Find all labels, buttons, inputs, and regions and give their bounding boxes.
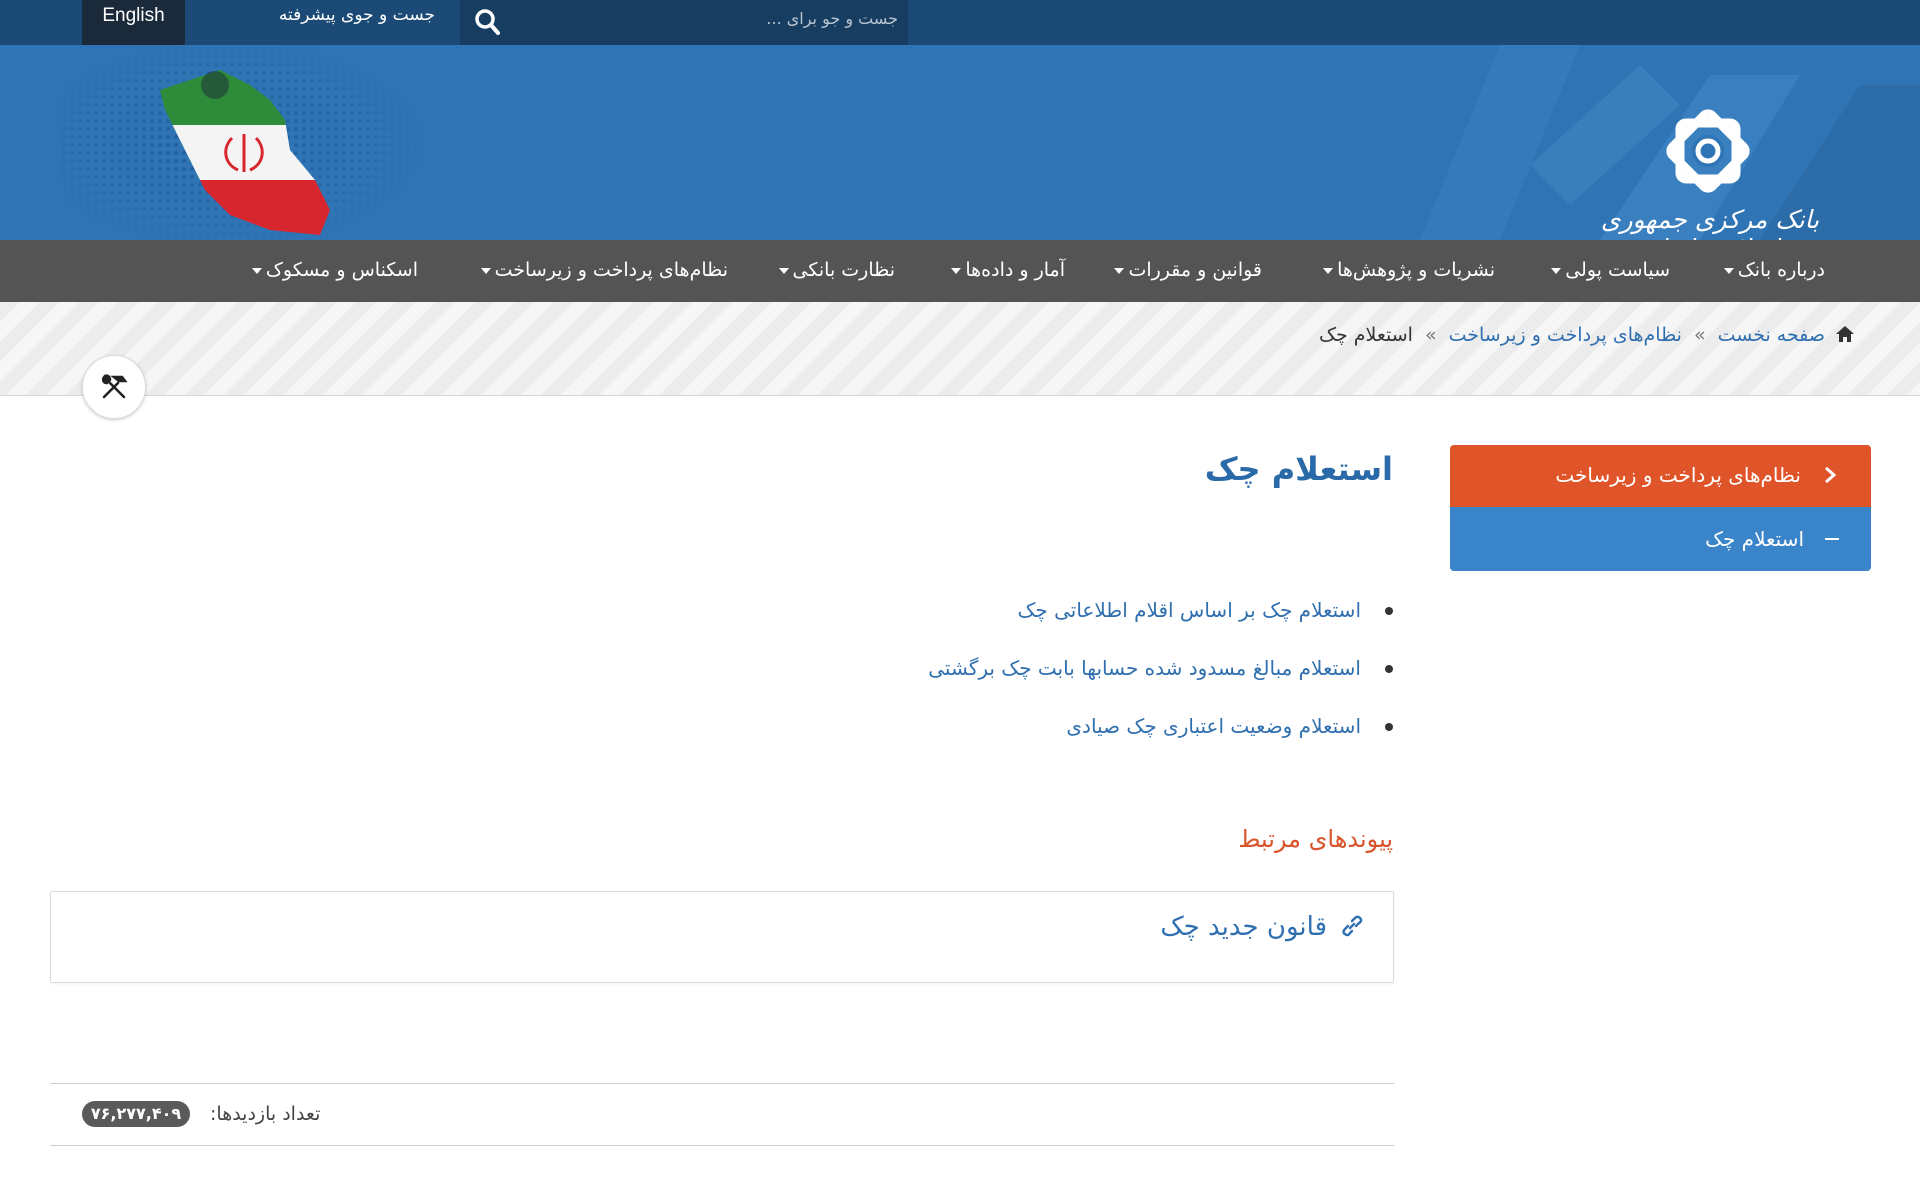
divider — [50, 1145, 1394, 1146]
sidebar-parent-payment-systems[interactable]: نظام‌های پرداخت و زیرساخت — [1450, 445, 1871, 507]
breadcrumb: صفحه نخست » نظام‌های پرداخت و زیرساخت » استع… — [1319, 324, 1855, 346]
caret-down-icon — [1114, 267, 1125, 274]
related-link-label: قانون جدید چک — [1160, 912, 1327, 942]
bank-logo-icon — [1666, 109, 1750, 193]
sidebar-item-label: استعلام چک — [1705, 527, 1804, 551]
related-links-title: پیوندهای مرتبط — [1238, 825, 1393, 853]
bank-logo-text: بانک مرکزی جمهوری اسلامی ایران — [1600, 205, 1820, 240]
home-icon[interactable] — [1835, 325, 1855, 343]
visits-count-badge: ۷۶,۲۷۷,۴۰۹ — [82, 1101, 190, 1127]
list-item[interactable]: استعلام مبالغ مسدود شده حسابها بابت چک ب… — [593, 648, 1393, 706]
caret-down-icon — [778, 267, 789, 274]
bullet-icon — [1385, 723, 1393, 731]
breadcrumb-separator: » — [1693, 324, 1706, 346]
top-bar: English جست و جوی پیشرفته — [0, 0, 1920, 45]
breadcrumb-separator: » — [1424, 324, 1437, 346]
sidebar-item-cheque-inquiry[interactable]: استعلام چک — [1450, 507, 1871, 571]
nav-item-label: درباره بانک — [1737, 259, 1825, 281]
nav-item-label: نظارت بانکی — [792, 259, 895, 281]
inquiry-links-list: استعلام چک بر اساس اقلام اطلاعاتی چک است… — [593, 590, 1393, 764]
caret-down-icon — [251, 267, 262, 274]
list-item-link[interactable]: استعلام وضعیت اعتباری چک صیادی — [1066, 714, 1361, 738]
nav-item-banknotes-coins[interactable]: اسکناس و مسکوک — [251, 240, 418, 302]
nav-item-regulations[interactable]: قوانین و مقررات — [1114, 240, 1262, 302]
nav-item-label: سیاست پولی — [1565, 259, 1670, 281]
nav-item-payment-systems[interactable]: نظام‌های پرداخت و زیرساخت — [480, 240, 728, 302]
caret-down-icon — [1551, 267, 1562, 274]
link-icon — [1342, 915, 1363, 937]
search-box — [460, 0, 908, 45]
breadcrumb-home-link[interactable]: صفحه نخست — [1718, 324, 1825, 346]
nav-item-label: نشریات و پژوهش‌ها — [1337, 259, 1495, 281]
caret-down-icon — [951, 267, 962, 274]
caret-down-icon — [1323, 267, 1334, 274]
nav-item-monetary-policy[interactable]: سیاست پولی — [1551, 240, 1670, 302]
nav-item-label: آمار و داده‌ها — [965, 259, 1065, 281]
nav-item-statistics[interactable]: آمار و داده‌ها — [951, 240, 1065, 302]
caret-down-icon — [1723, 267, 1734, 274]
nav-item-publications[interactable]: نشریات و پژوهش‌ها — [1323, 240, 1495, 302]
caret-down-icon — [480, 267, 491, 274]
nav-item-label: اسکناس و مسکوک — [265, 259, 418, 281]
advanced-search-link[interactable]: جست و جوی پیشرفته — [200, 0, 435, 30]
header-banner: بانک مرکزی جمهوری اسلامی ایران — [0, 45, 1920, 240]
bullet-icon — [1385, 607, 1393, 615]
bullet-icon — [1385, 665, 1393, 673]
minus-icon — [1825, 538, 1839, 540]
sidebar-parent-label: نظام‌های پرداخت و زیرساخت — [1555, 463, 1801, 487]
iran-flag-map-image — [160, 70, 330, 235]
list-item[interactable]: استعلام وضعیت اعتباری چک صیادی — [593, 706, 1393, 764]
list-item-link[interactable]: استعلام چک بر اساس اقلام اطلاعاتی چک — [1017, 598, 1361, 622]
breadcrumb-current: استعلام چک — [1318, 324, 1413, 346]
main-nav: درباره بانک سیاست پولی نشریات و پژوهش‌ها… — [0, 240, 1920, 302]
breadcrumb-section-link[interactable]: نظام‌های پرداخت و زیرساخت — [1449, 324, 1682, 346]
page-title: استعلام چک — [1204, 450, 1393, 488]
related-link-new-cheque-law[interactable]: قانون جدید چک — [1160, 912, 1363, 942]
related-links-box: قانون جدید چک — [50, 891, 1394, 983]
tools-button[interactable] — [82, 355, 146, 419]
nav-item-label: قوانین و مقررات — [1128, 259, 1262, 281]
nav-item-label: نظام‌های پرداخت و زیرساخت — [494, 259, 728, 281]
search-icon[interactable] — [470, 5, 506, 41]
nav-item-about[interactable]: درباره بانک — [1723, 240, 1825, 302]
search-input[interactable] — [520, 0, 904, 36]
english-language-button[interactable]: English — [82, 0, 185, 45]
list-item[interactable]: استعلام چک بر اساس اقلام اطلاعاتی چک — [593, 590, 1393, 648]
chevron-right-icon — [1825, 466, 1837, 484]
tools-icon — [101, 374, 128, 399]
list-item-link[interactable]: استعلام مبالغ مسدود شده حسابها بابت چک ب… — [928, 656, 1361, 680]
visits-label: تعداد بازدیدها: — [210, 1103, 321, 1125]
divider — [50, 1083, 1394, 1084]
nav-item-banking-supervision[interactable]: نظارت بانکی — [778, 240, 895, 302]
breadcrumb-strip: صفحه نخست » نظام‌های پرداخت و زیرساخت » استع… — [0, 302, 1920, 396]
